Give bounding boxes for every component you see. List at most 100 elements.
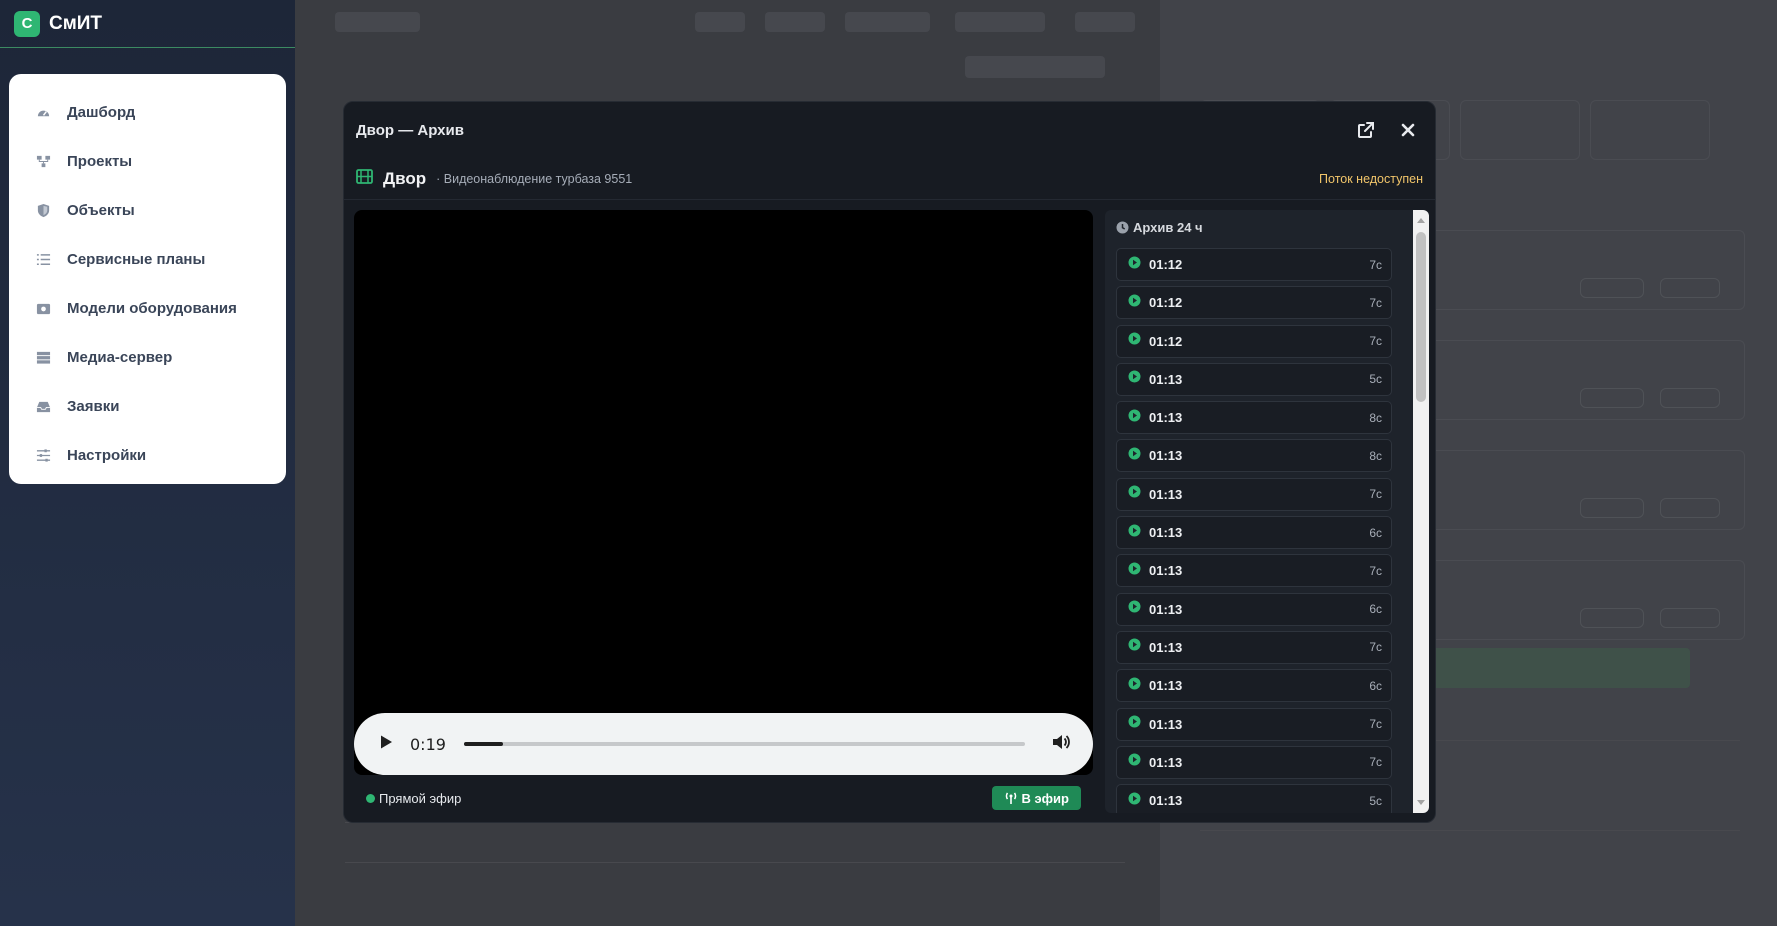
play-icon	[381, 735, 392, 748]
camera-box-icon	[35, 301, 51, 317]
archive-item-duration: 6с	[1369, 602, 1382, 617]
sidebar-item-label: Модели оборудования	[67, 300, 237, 317]
archive-item[interactable]: 01:13 7с	[1116, 707, 1392, 741]
archive-item-duration: 7с	[1369, 640, 1382, 655]
archive-item-duration: 7с	[1369, 295, 1382, 310]
sidebar-item-label: Медиа-сервер	[67, 349, 173, 366]
archive-item-time: 01:12	[1149, 295, 1183, 311]
archive-item-duration: 6с	[1369, 525, 1382, 540]
camera-site: · Видеонаблюдение турбаза 9551	[436, 171, 633, 186]
archive-item[interactable]: 01:13 6с	[1116, 592, 1392, 626]
sidebar-item-media-server[interactable]: Медиа-сервер	[9, 333, 286, 382]
live-bar: Прямой эфир В эфир	[354, 782, 1093, 814]
scroll-down-arrow[interactable]	[1417, 800, 1425, 805]
archive-item[interactable]: 01:13 7с	[1116, 554, 1392, 588]
archive-item[interactable]: 01:13 7с	[1116, 630, 1392, 664]
open-external-button[interactable]	[1351, 115, 1381, 145]
external-link-icon	[1358, 122, 1374, 138]
volume-button[interactable]	[1051, 732, 1071, 757]
archive-item-time: 01:13	[1149, 563, 1183, 579]
live-indicator	[366, 793, 375, 803]
archive-item[interactable]: 01:13 6с	[1116, 516, 1392, 550]
archive-item[interactable]: 01:13 5с	[1116, 784, 1392, 813]
seek-progress	[463, 742, 504, 746]
archive-item[interactable]: 01:12 7с	[1116, 324, 1392, 358]
archive-item[interactable]: 01:12 7с	[1116, 248, 1392, 281]
archive-item-time: 01:13	[1149, 601, 1183, 617]
stream-status: Поток недоступен	[1319, 171, 1423, 186]
archive-item-time: 01:13	[1149, 448, 1183, 464]
list-icon	[35, 252, 51, 268]
play-circle-icon	[1128, 562, 1141, 580]
play-circle-icon	[1128, 715, 1141, 733]
play-circle-icon	[1128, 409, 1141, 427]
play-circle-icon	[1128, 447, 1141, 465]
sidebar-item-requests[interactable]: Заявки	[9, 382, 286, 431]
nav-menu: Дашборд Проекты Объекты Сервисные планы …	[9, 74, 286, 484]
archive-item[interactable]: 01:13 6с	[1116, 669, 1392, 703]
archive-item[interactable]: 01:13 8с	[1116, 401, 1392, 435]
archive-item-duration: 8с	[1369, 410, 1382, 425]
scroll-up-arrow[interactable]	[1417, 218, 1425, 223]
camera-name: Двор	[383, 168, 427, 188]
play-circle-icon	[1128, 485, 1141, 503]
volume-icon	[1053, 734, 1070, 749]
brand[interactable]: С СмИТ	[0, 0, 295, 48]
archive-item[interactable]: 01:12 7с	[1116, 286, 1392, 320]
play-circle-icon	[1128, 792, 1141, 810]
modal-header: Двор — Архив	[344, 102, 1435, 158]
archive-scrollbar[interactable]	[1413, 210, 1429, 813]
play-circle-icon	[1128, 524, 1141, 542]
sidebar-item-dashboard[interactable]: Дашборд	[9, 88, 286, 137]
archive-title: Архив 24 ч	[1133, 219, 1203, 235]
sliders-icon	[35, 448, 51, 464]
archive-item[interactable]: 01:13 8с	[1116, 439, 1392, 473]
sidebar-item-label: Дашборд	[67, 104, 136, 121]
archive-item-time: 01:13	[1149, 410, 1183, 426]
archive-item[interactable]: 01:13 7с	[1116, 745, 1392, 779]
archive-list: 01:12 7с 01:12 7с 01:12 7с 01:13 5с 01:13 8с 01:13…	[1116, 248, 1392, 813]
background-topbar	[295, 0, 1160, 44]
film-icon	[356, 168, 373, 189]
scroll-thumb[interactable]	[1416, 232, 1426, 402]
sidebar-item-equipment-models[interactable]: Модели оборудования	[9, 284, 286, 333]
go-live-button[interactable]: В эфир	[991, 786, 1081, 810]
archive-item-time: 01:13	[1149, 371, 1183, 387]
server-icon	[35, 350, 51, 366]
archive-item-time: 01:13	[1149, 678, 1183, 694]
archive-item-time: 01:12	[1149, 333, 1183, 349]
go-live-label: В эфир	[1021, 790, 1070, 806]
archive-item-time: 01:13	[1149, 716, 1183, 732]
close-button[interactable]	[1393, 115, 1423, 145]
play-circle-icon	[1128, 294, 1141, 312]
modal-title: Двор — Архив	[356, 121, 464, 139]
sidebar-item-label: Настройки	[67, 447, 147, 464]
play-circle-icon	[1128, 638, 1141, 656]
archive-item-time: 01:13	[1149, 486, 1183, 502]
archive-item[interactable]: 01:13 7с	[1116, 477, 1392, 511]
play-circle-icon	[1128, 370, 1141, 388]
sidebar-item-label: Заявки	[67, 398, 120, 415]
video-player[interactable]: 0:19	[354, 210, 1093, 775]
play-circle-icon	[1128, 256, 1141, 274]
shield-icon	[35, 203, 51, 219]
sidebar-item-settings[interactable]: Настройки	[9, 431, 286, 480]
video-controls: 0:19	[354, 713, 1093, 775]
clock-icon	[1116, 221, 1129, 233]
archive-item-duration: 7с	[1369, 755, 1382, 770]
play-circle-icon	[1128, 753, 1141, 771]
sidebar-item-objects[interactable]: Объекты	[9, 186, 286, 235]
sidebar-item-projects[interactable]: Проекты	[9, 137, 286, 186]
sidebar-item-service-plans[interactable]: Сервисные планы	[9, 235, 286, 284]
brand-name: СмИТ	[49, 12, 103, 34]
play-circle-icon	[1128, 677, 1141, 695]
archive-item[interactable]: 01:13 5с	[1116, 362, 1392, 396]
play-button[interactable]	[378, 734, 394, 755]
archive-item-duration: 5с	[1369, 372, 1382, 387]
archive-modal: Двор — Архив Двор · Видеонаблюдение турб…	[343, 101, 1436, 823]
sidebar-item-label: Объекты	[67, 202, 135, 219]
archive-item-duration: 7с	[1369, 717, 1382, 732]
seek-bar[interactable]	[463, 742, 1025, 746]
broadcast-icon	[1005, 792, 1016, 804]
inbox-icon	[35, 399, 51, 415]
